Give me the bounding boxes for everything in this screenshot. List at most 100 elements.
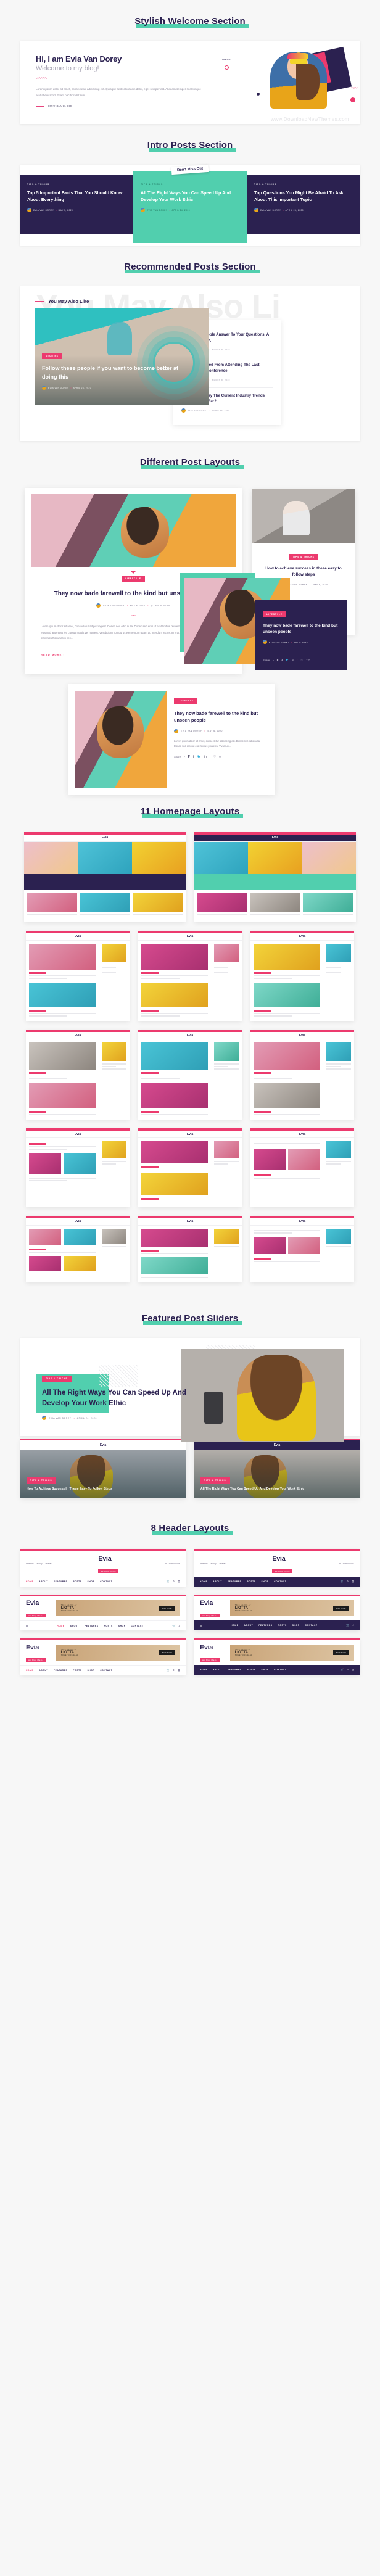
hashtag[interactable]: #fashion: [200, 1563, 207, 1565]
header-layout-5[interactable]: Evia wp blog theme TAKE A LOOK AT LIOTTA…: [20, 1638, 186, 1675]
search-icon[interactable]: ⌕: [173, 1580, 174, 1583]
nav-item-contact[interactable]: CONTACT: [274, 1580, 286, 1583]
homepage-thumbnail[interactable]: Evia: [138, 1215, 242, 1282]
nav-item-contact[interactable]: CONTACT: [100, 1669, 112, 1672]
search-icon[interactable]: ⌕: [173, 1669, 174, 1672]
hashtag[interactable]: #fashion: [26, 1563, 33, 1565]
nav-item-features[interactable]: FEATURES: [54, 1669, 67, 1672]
menu-icon[interactable]: ▤: [352, 1668, 354, 1672]
banner-cta-button[interactable]: BUY NOW: [333, 1650, 349, 1656]
search-icon[interactable]: ⌕: [347, 1668, 348, 1672]
nav-item-posts[interactable]: POSTS: [247, 1669, 255, 1671]
logo[interactable]: Evia wp blog theme: [26, 1597, 46, 1619]
homepage-thumbnail[interactable]: Evia: [250, 1030, 354, 1120]
post-layout-card-4[interactable]: LIFESTYLE They now bade farewell to the …: [68, 683, 275, 795]
slider-variant-navy[interactable]: Evia TIPS & TRICKS All The Right Ways Yo…: [194, 1439, 360, 1499]
menu-icon[interactable]: ▤: [178, 1669, 180, 1672]
nav-item-features[interactable]: FEATURES: [228, 1580, 241, 1583]
nav-item-about[interactable]: ABOUT: [244, 1624, 254, 1627]
recommended-hero-post[interactable]: STORIES Follow these people if you want …: [35, 308, 209, 405]
share-group[interactable]: Share › 𝐏 𝐟 🐦 in · ♡ 0: [174, 755, 268, 759]
search-icon[interactable]: ⌕: [179, 1624, 180, 1628]
homepage-thumbnail[interactable]: Evia: [194, 832, 356, 922]
nav-item-features[interactable]: FEATURES: [54, 1580, 67, 1583]
menu-icon[interactable]: ▤: [26, 1624, 28, 1627]
logo[interactable]: Evia wp blog theme: [200, 1597, 220, 1619]
intro-post-3[interactable]: TIPS & TRICKS Top Questions You Might Be…: [247, 175, 360, 235]
banner-cta-button[interactable]: BUY NOW: [333, 1606, 349, 1611]
ad-banner[interactable]: TAKE A LOOK AT LIOTTA SOMETHING ELSE BUY…: [229, 1645, 354, 1661]
nav-item-home[interactable]: HOME: [26, 1580, 33, 1583]
more-about-me-link[interactable]: more about me: [36, 104, 221, 108]
homepage-thumbnail[interactable]: Evia: [26, 930, 130, 1022]
nav-item-features[interactable]: FEATURES: [258, 1624, 272, 1627]
homepage-thumbnail[interactable]: Evia: [138, 1030, 242, 1120]
nav-item-features[interactable]: FEATURES: [228, 1669, 241, 1671]
hashtag[interactable]: #story: [210, 1563, 216, 1565]
header-layout-4[interactable]: Evia wp blog theme TAKE A LOOK AT LIOTTA…: [194, 1594, 360, 1631]
search-icon[interactable]: ⌕: [347, 1580, 348, 1583]
intro-post-2[interactable]: TIPS & TRICKS All The Right Ways You Can…: [133, 171, 247, 244]
cart-icon[interactable]: 🛒: [167, 1669, 170, 1672]
ad-banner[interactable]: TAKE A LOOK AT LIOTTA SOMETHING ELSE BUY…: [56, 1600, 180, 1617]
homepage-thumbnail[interactable]: Evia: [26, 1215, 130, 1282]
nav-item-home[interactable]: HOME: [231, 1624, 238, 1627]
nav-item-posts[interactable]: POSTS: [73, 1669, 81, 1672]
nav-item-posts[interactable]: POSTS: [73, 1580, 81, 1583]
like-icon[interactable]: ♡: [300, 659, 303, 662]
logo[interactable]: Evia wp blog theme: [98, 1553, 118, 1575]
banner-cta-button[interactable]: BUY NOW: [159, 1650, 175, 1656]
slider-variant-light[interactable]: Evia TIPS & TRICKS How To Achieve Succes…: [20, 1439, 186, 1499]
cart-icon[interactable]: 🛒: [341, 1668, 344, 1672]
cart-icon[interactable]: 🛒: [167, 1580, 170, 1583]
search-icon[interactable]: ⌕: [353, 1624, 354, 1627]
menu-icon[interactable]: ▤: [200, 1624, 202, 1627]
read-more-button[interactable]: READ MORE ›: [41, 653, 65, 656]
linkedin-icon[interactable]: in: [292, 659, 294, 662]
nav-item-home[interactable]: HOME: [57, 1625, 64, 1627]
nav-item-home[interactable]: HOME: [200, 1669, 207, 1671]
homepage-thumbnail[interactable]: Evia: [138, 930, 242, 1022]
nav-item-posts[interactable]: POSTS: [104, 1625, 113, 1627]
linkedin-icon[interactable]: in: [204, 755, 207, 759]
ad-banner[interactable]: TAKE A LOOK AT LIOTTA SOMETHING ELSE BUY…: [56, 1645, 180, 1661]
nav-item-posts[interactable]: POSTS: [278, 1624, 287, 1627]
homepage-thumbnail[interactable]: Evia: [250, 1128, 354, 1207]
nav-item-about[interactable]: ABOUT: [39, 1669, 48, 1672]
facebook-icon[interactable]: 𝐟: [193, 755, 194, 759]
pinterest-icon[interactable]: 𝐏: [277, 659, 279, 662]
nav-item-shop[interactable]: SHOP: [262, 1580, 269, 1583]
header-layout-1[interactable]: #fashion #story #travel Evia wp blog the…: [20, 1549, 186, 1587]
nav-item-home[interactable]: HOME: [26, 1669, 33, 1672]
nav-item-about[interactable]: ABOUT: [213, 1669, 222, 1671]
share-group[interactable]: Share › 𝐏 𝐟 🐦 in · ♡ 123: [263, 658, 339, 662]
nav-item-shop[interactable]: SHOP: [292, 1624, 300, 1627]
logo[interactable]: Evia wp blog theme: [26, 1641, 46, 1664]
hashtag[interactable]: #travel: [45, 1563, 51, 1565]
nav-item-contact[interactable]: CONTACT: [274, 1669, 286, 1671]
twitter-icon[interactable]: 🐦: [197, 755, 201, 759]
nav-item-posts[interactable]: POSTS: [247, 1580, 255, 1583]
homepage-thumbnail[interactable]: Evia: [250, 1215, 354, 1282]
subscribe-button[interactable]: ✉ SUBSCRIBE: [339, 1563, 354, 1565]
nav-item-about[interactable]: ABOUT: [39, 1580, 48, 1583]
nav-item-contact[interactable]: CONTACT: [305, 1624, 318, 1627]
pinterest-icon[interactable]: 𝐏: [188, 755, 190, 759]
hashtag[interactable]: #story: [36, 1563, 42, 1565]
logo[interactable]: Evia wp blog theme: [200, 1641, 220, 1664]
subscribe-button[interactable]: ✉ SUBSCRIBE: [165, 1563, 180, 1565]
hashtag[interactable]: #travel: [219, 1563, 225, 1565]
nav-item-shop[interactable]: SHOP: [118, 1625, 126, 1627]
homepage-thumbnail[interactable]: Evia: [26, 1030, 130, 1120]
nav-item-about[interactable]: ABOUT: [70, 1625, 80, 1627]
header-layout-3[interactable]: Evia wp blog theme TAKE A LOOK AT LIOTTA…: [20, 1594, 186, 1631]
homepage-thumbnail[interactable]: Evia: [24, 832, 186, 922]
cart-icon[interactable]: 🛒: [172, 1624, 175, 1628]
menu-icon[interactable]: ▤: [352, 1580, 354, 1583]
nav-item-shop[interactable]: SHOP: [88, 1580, 95, 1583]
nav-item-contact[interactable]: CONTACT: [131, 1625, 144, 1627]
cart-icon[interactable]: 🛒: [341, 1580, 344, 1583]
nav-item-contact[interactable]: CONTACT: [100, 1580, 112, 1583]
nav-item-shop[interactable]: SHOP: [262, 1669, 269, 1671]
ad-banner[interactable]: TAKE A LOOK AT LIOTTA SOMETHING ELSE BUY…: [229, 1600, 354, 1617]
